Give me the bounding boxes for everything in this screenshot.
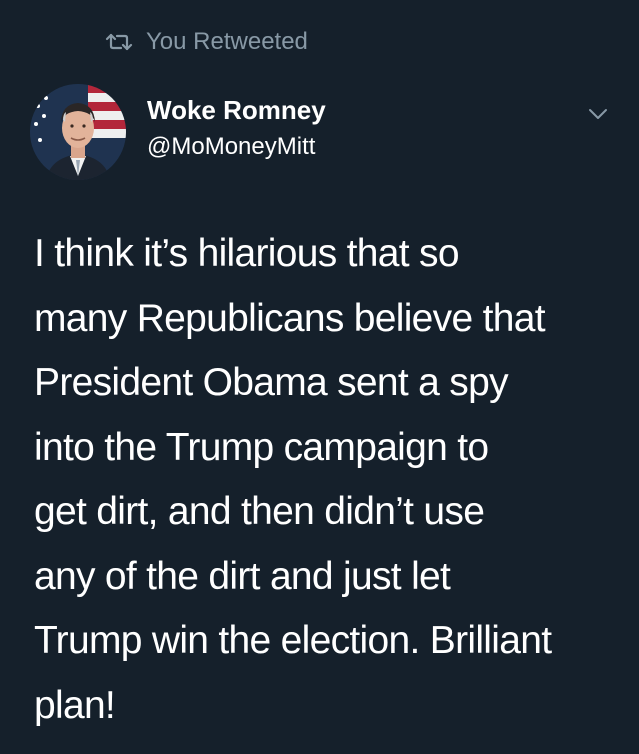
retweet-indicator: You Retweeted bbox=[104, 28, 308, 56]
retweet-icon bbox=[104, 31, 134, 53]
avatar[interactable] bbox=[30, 84, 126, 180]
author-display-name[interactable]: Woke Romney bbox=[147, 95, 326, 125]
tweet-text: I think it’s hilarious that so many Repu… bbox=[34, 232, 552, 727]
tweet-header: Woke Romney @MoMoneyMitt bbox=[30, 84, 610, 180]
retweet-label: You Retweeted bbox=[146, 28, 308, 55]
chevron-down-icon[interactable] bbox=[586, 102, 610, 126]
author-handle[interactable]: @MoMoneyMitt bbox=[147, 133, 315, 161]
